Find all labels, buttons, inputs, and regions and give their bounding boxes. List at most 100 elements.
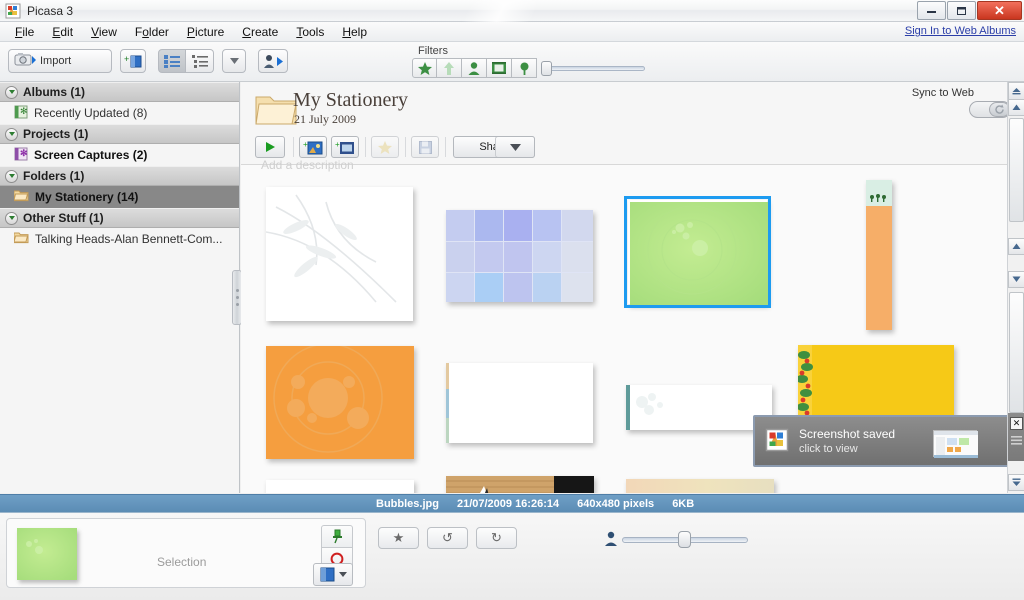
star-button[interactable]: [371, 136, 399, 158]
disclosure-triangle-icon[interactable]: [5, 169, 18, 183]
bottom-panel: Selection ★ ↺ ↻: [0, 512, 1024, 600]
disclosure-triangle-icon[interactable]: [5, 211, 18, 225]
sidebar-section-label: Albums (1): [23, 85, 86, 99]
sidebar-item-my-stationery[interactable]: My Stationery (14): [0, 186, 239, 208]
camera-icon: [14, 52, 36, 70]
filter-slider-thumb[interactable]: [541, 61, 552, 76]
thumbnail-bubbles-green[interactable]: [624, 196, 771, 308]
disclosure-triangle-icon[interactable]: [5, 127, 18, 141]
save-button[interactable]: [411, 136, 439, 158]
menu-edit[interactable]: Edit: [43, 23, 82, 41]
toolbar-separator: [445, 137, 446, 157]
upload-filter-icon[interactable]: [437, 58, 462, 78]
scrollbar-thumb-upper[interactable]: [1009, 118, 1024, 222]
sidebar-section-albums[interactable]: Albums (1): [0, 82, 239, 102]
signin-web-albums-link[interactable]: Sign In to Web Albums: [905, 25, 1016, 37]
rotate-right-button[interactable]: ↻: [476, 527, 517, 549]
star-rating-button[interactable]: ★: [378, 527, 419, 549]
share-dropdown-button[interactable]: [495, 136, 535, 158]
main-toolbar: Import + Filters: [0, 42, 1024, 120]
thumbnail-bamboo[interactable]: [266, 187, 413, 321]
play-slideshow-button[interactable]: [255, 136, 285, 158]
star-filter-icon[interactable]: [412, 58, 437, 78]
sidebar-item-label: Talking Heads-Alan Bennett-Com...: [35, 232, 223, 246]
geotag-filter-icon[interactable]: [512, 58, 537, 78]
scroll-up-button[interactable]: [1008, 99, 1024, 116]
sidebar-item-talking-heads[interactable]: Talking Heads-Alan Bennett-Com...: [0, 228, 239, 250]
thumbnail-yellow[interactable]: [798, 345, 954, 421]
faces-filter-icon[interactable]: [462, 58, 487, 78]
menu-folder[interactable]: Folder: [126, 23, 178, 41]
add-photo-button[interactable]: +: [299, 136, 327, 158]
album-purple-icon: ✻: [14, 147, 28, 164]
status-filesize: 6KB: [672, 497, 695, 510]
sync-to-web-toggle[interactable]: [969, 101, 1011, 118]
toolbar-separator: [405, 137, 406, 157]
thumbnail-row3-wood[interactable]: [446, 476, 594, 493]
sidebar-section-other-stuff[interactable]: Other Stuff (1): [0, 208, 239, 228]
thumbnail-white-wide[interactable]: [626, 385, 772, 430]
sidebar-item-label: Recently Updated (8): [34, 106, 148, 120]
sidebar-section-projects[interactable]: Projects (1): [0, 124, 239, 144]
add-album-button[interactable]: +: [120, 49, 146, 73]
folder-header: My Stationery 21 July 2009 + + Share Add…: [241, 82, 1024, 172]
video-filter-icon[interactable]: [487, 58, 512, 78]
thumbnail-white-card[interactable]: [446, 363, 593, 443]
folder-icon: [13, 189, 29, 205]
tree-view-icon[interactable]: [186, 49, 214, 73]
thumbnail-row3-peach[interactable]: [626, 479, 774, 493]
add-video-button[interactable]: +: [331, 136, 359, 158]
thumbnail-orange-strip[interactable]: [866, 180, 892, 330]
thumbnail-row3-white[interactable]: [266, 480, 414, 493]
thumbnail-orange-bubbles[interactable]: [266, 346, 414, 459]
chevron-down-icon[interactable]: [222, 49, 246, 73]
folder-icon: [13, 231, 29, 247]
filter-slider[interactable]: [541, 61, 646, 76]
disclosure-triangle-icon[interactable]: [5, 85, 18, 99]
scroll-to-bottom-button[interactable]: [1008, 474, 1024, 491]
content-area: My Stationery 21 July 2009 + + Share Add…: [241, 82, 1024, 493]
menu-view[interactable]: View: [82, 23, 126, 41]
svg-text:+: +: [335, 140, 340, 149]
menu-file[interactable]: File: [6, 23, 43, 41]
status-datetime: 21/07/2009 16:26:14: [456, 497, 560, 510]
notification-preview-thumbnail[interactable]: [933, 430, 978, 458]
content-scrollbar[interactable]: ✕: [1007, 82, 1024, 493]
add-to-album-icon[interactable]: [313, 563, 353, 586]
svg-text:+: +: [124, 54, 129, 64]
scroll-to-top-button[interactable]: [1008, 82, 1024, 99]
zoom-slider[interactable]: [622, 531, 748, 548]
menu-tools[interactable]: Tools: [287, 23, 333, 41]
tray-thumbnail-green[interactable]: [17, 528, 77, 580]
list-view-icon[interactable]: [158, 49, 186, 73]
scroll-down-button-2[interactable]: [1008, 271, 1024, 288]
notification-toast[interactable]: Screenshot saved click to view ✕: [753, 415, 1023, 467]
status-bar: Bubbles.jpg 21/07/2009 16:26:14 640x480 …: [0, 494, 1024, 512]
close-icon[interactable]: ✕: [1010, 417, 1023, 430]
menu-help[interactable]: Help: [333, 23, 376, 41]
sidebar-item-screen-captures[interactable]: ✻ Screen Captures (2): [0, 144, 239, 166]
filter-slider-track: [549, 66, 645, 71]
import-button[interactable]: Import: [8, 49, 112, 73]
sidebar-section-label: Projects (1): [23, 127, 89, 141]
rotate-left-button[interactable]: ↺: [427, 527, 468, 549]
minimize-button[interactable]: [917, 1, 946, 20]
menu-handle-icon[interactable]: [1011, 434, 1022, 448]
status-filename: Bubbles.jpg: [376, 497, 439, 510]
close-button[interactable]: ✕: [977, 1, 1022, 20]
thumbnail-blue-squares[interactable]: [446, 210, 593, 302]
sidebar-item-recently-updated[interactable]: ✻ Recently Updated (8): [0, 102, 239, 124]
pushpin-icon[interactable]: [321, 525, 353, 548]
person-play-icon[interactable]: [258, 49, 288, 73]
picasa-window: Picasa 3 ✕ File Edit View Folder Picture…: [0, 0, 1024, 600]
sidebar-section-folders[interactable]: Folders (1): [0, 166, 239, 186]
maximize-button[interactable]: [947, 1, 976, 20]
scrollbar-thumb-lower[interactable]: [1009, 292, 1024, 413]
scroll-up-button-2[interactable]: [1008, 238, 1024, 255]
album-green-icon: ✻: [14, 105, 28, 122]
menu-create[interactable]: Create: [233, 23, 287, 41]
menu-picture[interactable]: Picture: [178, 23, 233, 41]
splitter-dot: [235, 289, 239, 292]
titlebar-glass-effect: [300, 0, 720, 22]
zoom-slider-thumb[interactable]: [678, 531, 691, 548]
